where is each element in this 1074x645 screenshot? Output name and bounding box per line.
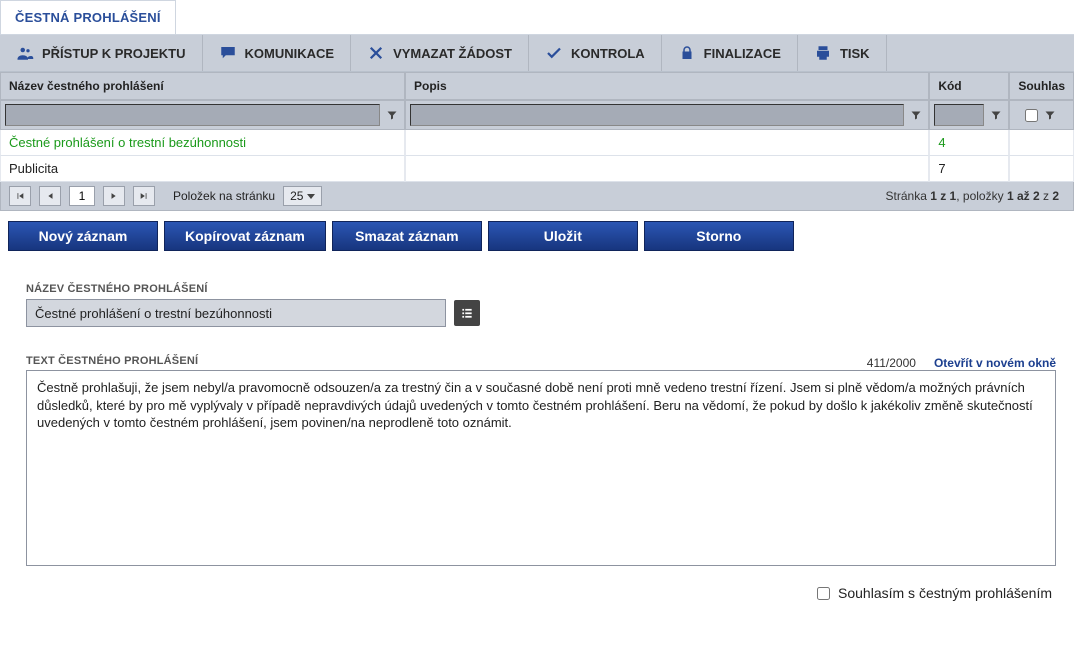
- col-code[interactable]: Kód: [929, 72, 1009, 100]
- list-icon: [460, 306, 474, 320]
- toolbar: PŘÍSTUP K PROJEKTU KOMUNIKACE VYMAZAT ŽÁ…: [0, 35, 1074, 72]
- per-page-label: Položek na stránku: [173, 189, 275, 203]
- toolbar-check[interactable]: KONTROLA: [529, 35, 662, 71]
- char-counter: 411/2000: [867, 356, 916, 370]
- toolbar-label: TISK: [840, 46, 870, 61]
- toolbar-finalize[interactable]: FINALIZACE: [662, 35, 798, 71]
- toolbar-label: VYMAZAT ŽÁDOST: [393, 46, 512, 61]
- declaration-text[interactable]: [26, 370, 1056, 566]
- cell-consent: [1009, 156, 1074, 182]
- consent-label: Souhlasím s čestným prohlášením: [838, 585, 1052, 601]
- people-icon: [16, 44, 34, 62]
- table-row[interactable]: Publicita 7: [0, 156, 1074, 182]
- delete-record-button[interactable]: Smazat záznam: [332, 221, 482, 251]
- open-new-window-link[interactable]: Otevřít v novém okně: [934, 356, 1056, 370]
- chat-icon: [219, 44, 237, 62]
- per-page-select[interactable]: 25: [283, 186, 322, 206]
- tab-declarations[interactable]: ČESTNÁ PROHLÁŠENÍ: [0, 0, 176, 34]
- name-label: NÁZEV ČESTNÉHO PROHLÁŠENÍ: [26, 283, 1056, 295]
- page-number-input[interactable]: [69, 186, 95, 206]
- paging-bar: Položek na stránku 25 Stránka 1 z 1, pol…: [0, 182, 1074, 211]
- cell-desc: [405, 156, 929, 182]
- filter-name-input[interactable]: [5, 104, 380, 126]
- new-record-button[interactable]: Nový záznam: [8, 221, 158, 251]
- toolbar-access[interactable]: PŘÍSTUP K PROJEKTU: [0, 35, 203, 71]
- funnel-icon[interactable]: [908, 107, 924, 123]
- toolbar-label: KOMUNIKACE: [245, 46, 335, 61]
- cell-code: 4: [929, 130, 1009, 156]
- funnel-icon[interactable]: [988, 107, 1004, 123]
- page-next-button[interactable]: [103, 186, 125, 206]
- toolbar-print[interactable]: TISK: [798, 35, 887, 71]
- filter-desc-input[interactable]: [410, 104, 904, 126]
- col-name[interactable]: Název čestného prohlášení: [0, 72, 405, 100]
- toolbar-fill: [887, 35, 1074, 71]
- text-label: TEXT ČESTNÉHO PROHLÁŠENÍ: [26, 355, 198, 367]
- print-icon: [814, 44, 832, 62]
- save-button[interactable]: Uložit: [488, 221, 638, 251]
- toolbar-label: FINALIZACE: [704, 46, 781, 61]
- funnel-icon[interactable]: [1042, 107, 1058, 123]
- page-last-button[interactable]: [133, 186, 155, 206]
- cell-name: Publicita: [0, 156, 405, 182]
- open-list-button[interactable]: [454, 300, 480, 326]
- paging-info: Stránka 1 z 1, položky 1 až 2 z 2: [886, 189, 1065, 203]
- consent-row: Souhlasím s čestným prohlášením: [0, 573, 1074, 621]
- cell-code: 7: [929, 156, 1009, 182]
- x-icon: [367, 44, 385, 62]
- check-icon: [545, 44, 563, 62]
- copy-record-button[interactable]: Kopírovat záznam: [164, 221, 326, 251]
- filter-consent-checkbox[interactable]: [1025, 109, 1038, 122]
- lock-icon: [678, 44, 696, 62]
- cancel-button[interactable]: Storno: [644, 221, 794, 251]
- col-consent[interactable]: Souhlas: [1009, 72, 1074, 100]
- cell-consent: [1009, 130, 1074, 156]
- funnel-icon[interactable]: [384, 107, 400, 123]
- filter-row: [0, 100, 1074, 130]
- col-desc[interactable]: Popis: [405, 72, 929, 100]
- cell-name: Čestné prohlášení o trestní bezúhonnosti: [0, 130, 405, 156]
- consent-checkbox[interactable]: [817, 587, 830, 600]
- name-input[interactable]: [26, 299, 446, 327]
- declarations-table: Název čestného prohlášení Popis Kód Souh…: [0, 72, 1074, 182]
- toolbar-delete-request[interactable]: VYMAZAT ŽÁDOST: [351, 35, 529, 71]
- filter-code-input[interactable]: [934, 104, 984, 126]
- page-first-button[interactable]: [9, 186, 31, 206]
- toolbar-label: PŘÍSTUP K PROJEKTU: [42, 46, 186, 61]
- table-row[interactable]: Čestné prohlášení o trestní bezúhonnosti…: [0, 130, 1074, 156]
- form-area: NÁZEV ČESTNÉHO PROHLÁŠENÍ TEXT ČESTNÉHO …: [0, 255, 1074, 573]
- toolbar-label: KONTROLA: [571, 46, 645, 61]
- toolbar-communication[interactable]: KOMUNIKACE: [203, 35, 352, 71]
- page-prev-button[interactable]: [39, 186, 61, 206]
- cell-desc: [405, 130, 929, 156]
- action-bar: Nový záznam Kopírovat záznam Smazat zázn…: [0, 211, 1074, 255]
- tab-bar: ČESTNÁ PROHLÁŠENÍ: [0, 0, 1074, 35]
